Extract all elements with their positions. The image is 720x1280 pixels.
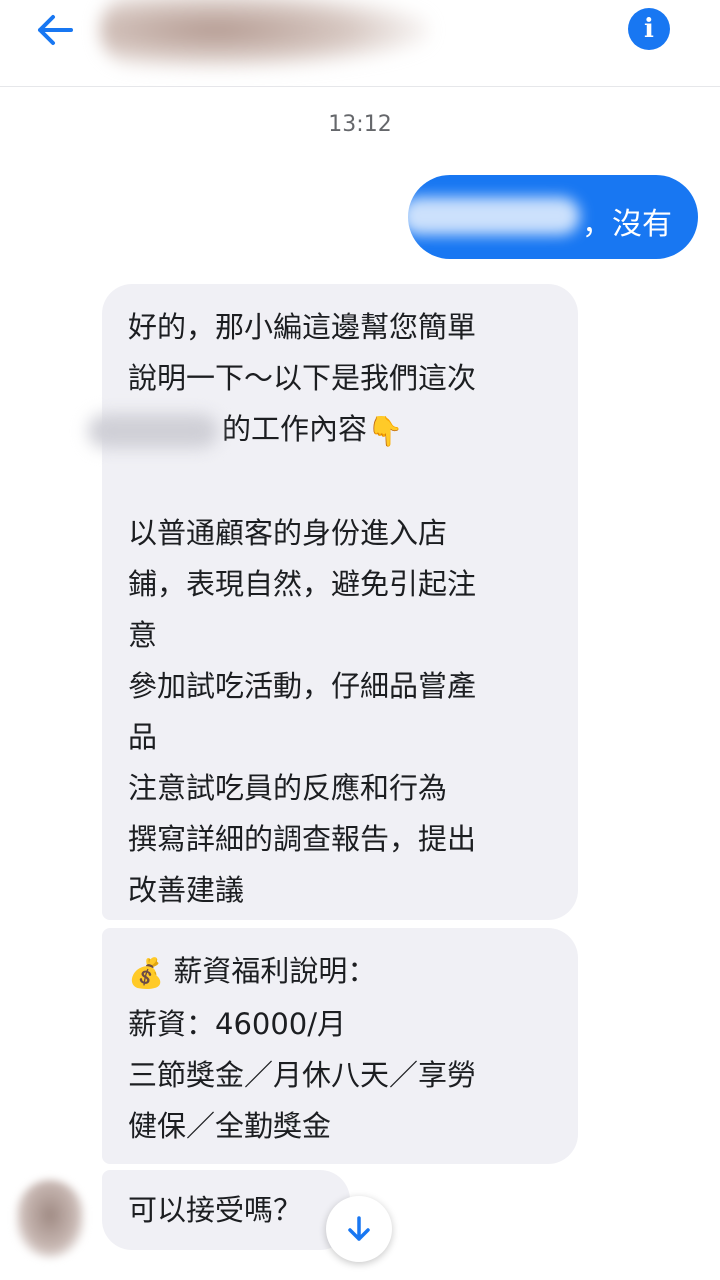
sender-avatar[interactable] <box>16 1180 84 1258</box>
message-line: 品 <box>128 719 158 754</box>
message-timestamp: 13:12 <box>328 112 392 137</box>
contact-name-blurred[interactable] <box>100 0 430 70</box>
scroll-to-bottom-button[interactable] <box>326 1196 392 1262</box>
message-line: 三節獎金／月休八天／享勞 <box>128 1057 477 1092</box>
pointing-down-emoji-icon: 👇 <box>367 413 404 448</box>
sent-message-text: ，沒有 <box>582 207 672 242</box>
info-button[interactable]: i <box>628 8 670 50</box>
redacted-text-blur <box>400 197 580 235</box>
arrow-down-icon <box>348 1216 370 1241</box>
info-icon: i <box>644 14 654 44</box>
message-line: 好的，那小編這邊幫您簡單 <box>128 310 477 344</box>
message-line-with-blur: 的工作內容👇 <box>88 404 552 457</box>
received-message-bubble[interactable]: 可以接受嗎？ <box>102 1170 350 1250</box>
received-message-bubble[interactable]: 好的，那小編這邊幫您簡單 說明一下～以下是我們這次 的工作內容👇 以普通顧客的身… <box>88 284 578 920</box>
money-bag-emoji-icon: 💰 <box>128 955 165 990</box>
received-message-bubble[interactable]: 💰 薪資福利說明： 薪資：46000/月 三節獎金／月休八天／享勞 健保／全勤獎… <box>102 928 578 1164</box>
arrow-left-icon <box>38 15 73 45</box>
message-line: 改善建議 <box>128 872 245 907</box>
message-line: 鋪，表現自然，避免引起注 <box>128 566 477 601</box>
message-line: 撰寫詳細的調查報告，提出 <box>128 821 477 856</box>
message-line: 說明一下～以下是我們這次 <box>128 361 477 395</box>
message-line: 注意試吃員的反應和行為 <box>128 770 448 805</box>
message-line: 以普通顧客的身份進入店 <box>128 515 448 550</box>
back-button[interactable] <box>30 10 80 50</box>
message-line: 健保／全勤獎金 <box>128 1108 332 1143</box>
message-line-with-emoji: 💰 薪資福利說明： <box>128 946 552 999</box>
message-line: 薪資福利說明： <box>173 954 377 988</box>
message-line: 可以接受嗎？ <box>128 1193 303 1227</box>
redacted-text-blur <box>88 414 218 448</box>
message-line: 參加試吃活動，仔細品嘗產 <box>128 668 477 703</box>
message-line: 的工作內容 <box>222 412 368 446</box>
message-line: 薪資：46000/月 <box>128 1006 347 1041</box>
conversation-header: i <box>0 0 720 87</box>
message-line: 意 <box>128 617 158 652</box>
sent-message-bubble[interactable]: ，沒有 <box>400 175 698 259</box>
